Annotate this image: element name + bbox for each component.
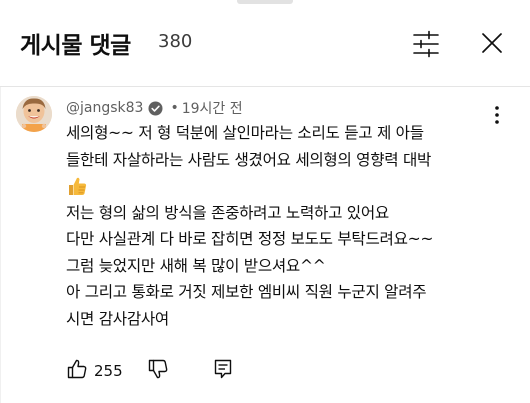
reply-icon: [213, 358, 233, 384]
header-title: 게시물 댓글: [20, 33, 131, 59]
comment-line: 아 그리고 통화로 거짓 제보한 엠비씨 직원 누군지 알려주: [66, 283, 427, 301]
comment-actions: 255: [66, 358, 233, 384]
comment-line: 저는 형의 삶의 방식을 존중하려고 노력하고 있어요: [66, 203, 389, 222]
close-icon[interactable]: [480, 31, 504, 55]
like-count: 255: [94, 362, 123, 380]
like-button[interactable]: 255: [66, 358, 123, 384]
comment-item: @jangsk83 • 19시간 전 세의형~~ 저 형 덕분에 살인마라는 소…: [0, 87, 530, 403]
avatar[interactable]: [16, 96, 52, 132]
emoji-line: [66, 173, 506, 200]
verified-check-icon: [148, 101, 163, 116]
thumbs-down-icon: [147, 358, 169, 384]
thumbs-up-emoji: [66, 175, 88, 197]
comment-line: 세의형~~ 저 형 덕분에 살인마라는 소리도 듣고 제 아들: [66, 124, 424, 142]
dislike-button[interactable]: [147, 358, 169, 384]
comment-meta: @jangsk83 • 19시간 전: [66, 98, 243, 118]
comment-time: 19시간 전: [181, 101, 243, 117]
sliders-icon[interactable]: [411, 30, 441, 58]
comment-line: 그럼 늦었지만 새해 복 많이 받으셔요^^: [66, 256, 326, 275]
author-name[interactable]: @jangsk83: [66, 100, 143, 116]
comment-line: 들한테 자살하라는 사람도 생겼어요 세의형의 영향력 대박: [66, 150, 432, 169]
comment-line: 시면 감사감사여: [66, 309, 169, 328]
meta-separator: •: [170, 100, 179, 116]
comment-text: 세의형~~ 저 형 덕분에 살인마라는 소리도 듣고 제 아들 들한테 자살하라…: [66, 120, 506, 332]
comment-line: 다만 사실관계 다 바로 잡히면 정정 보도도 부탁드려요~~: [66, 230, 434, 248]
comments-header: 게시물 댓글 380: [0, 0, 530, 86]
comment-count: 380: [158, 31, 193, 52]
reply-button[interactable]: [213, 358, 233, 384]
thumbs-up-icon: [66, 358, 88, 384]
